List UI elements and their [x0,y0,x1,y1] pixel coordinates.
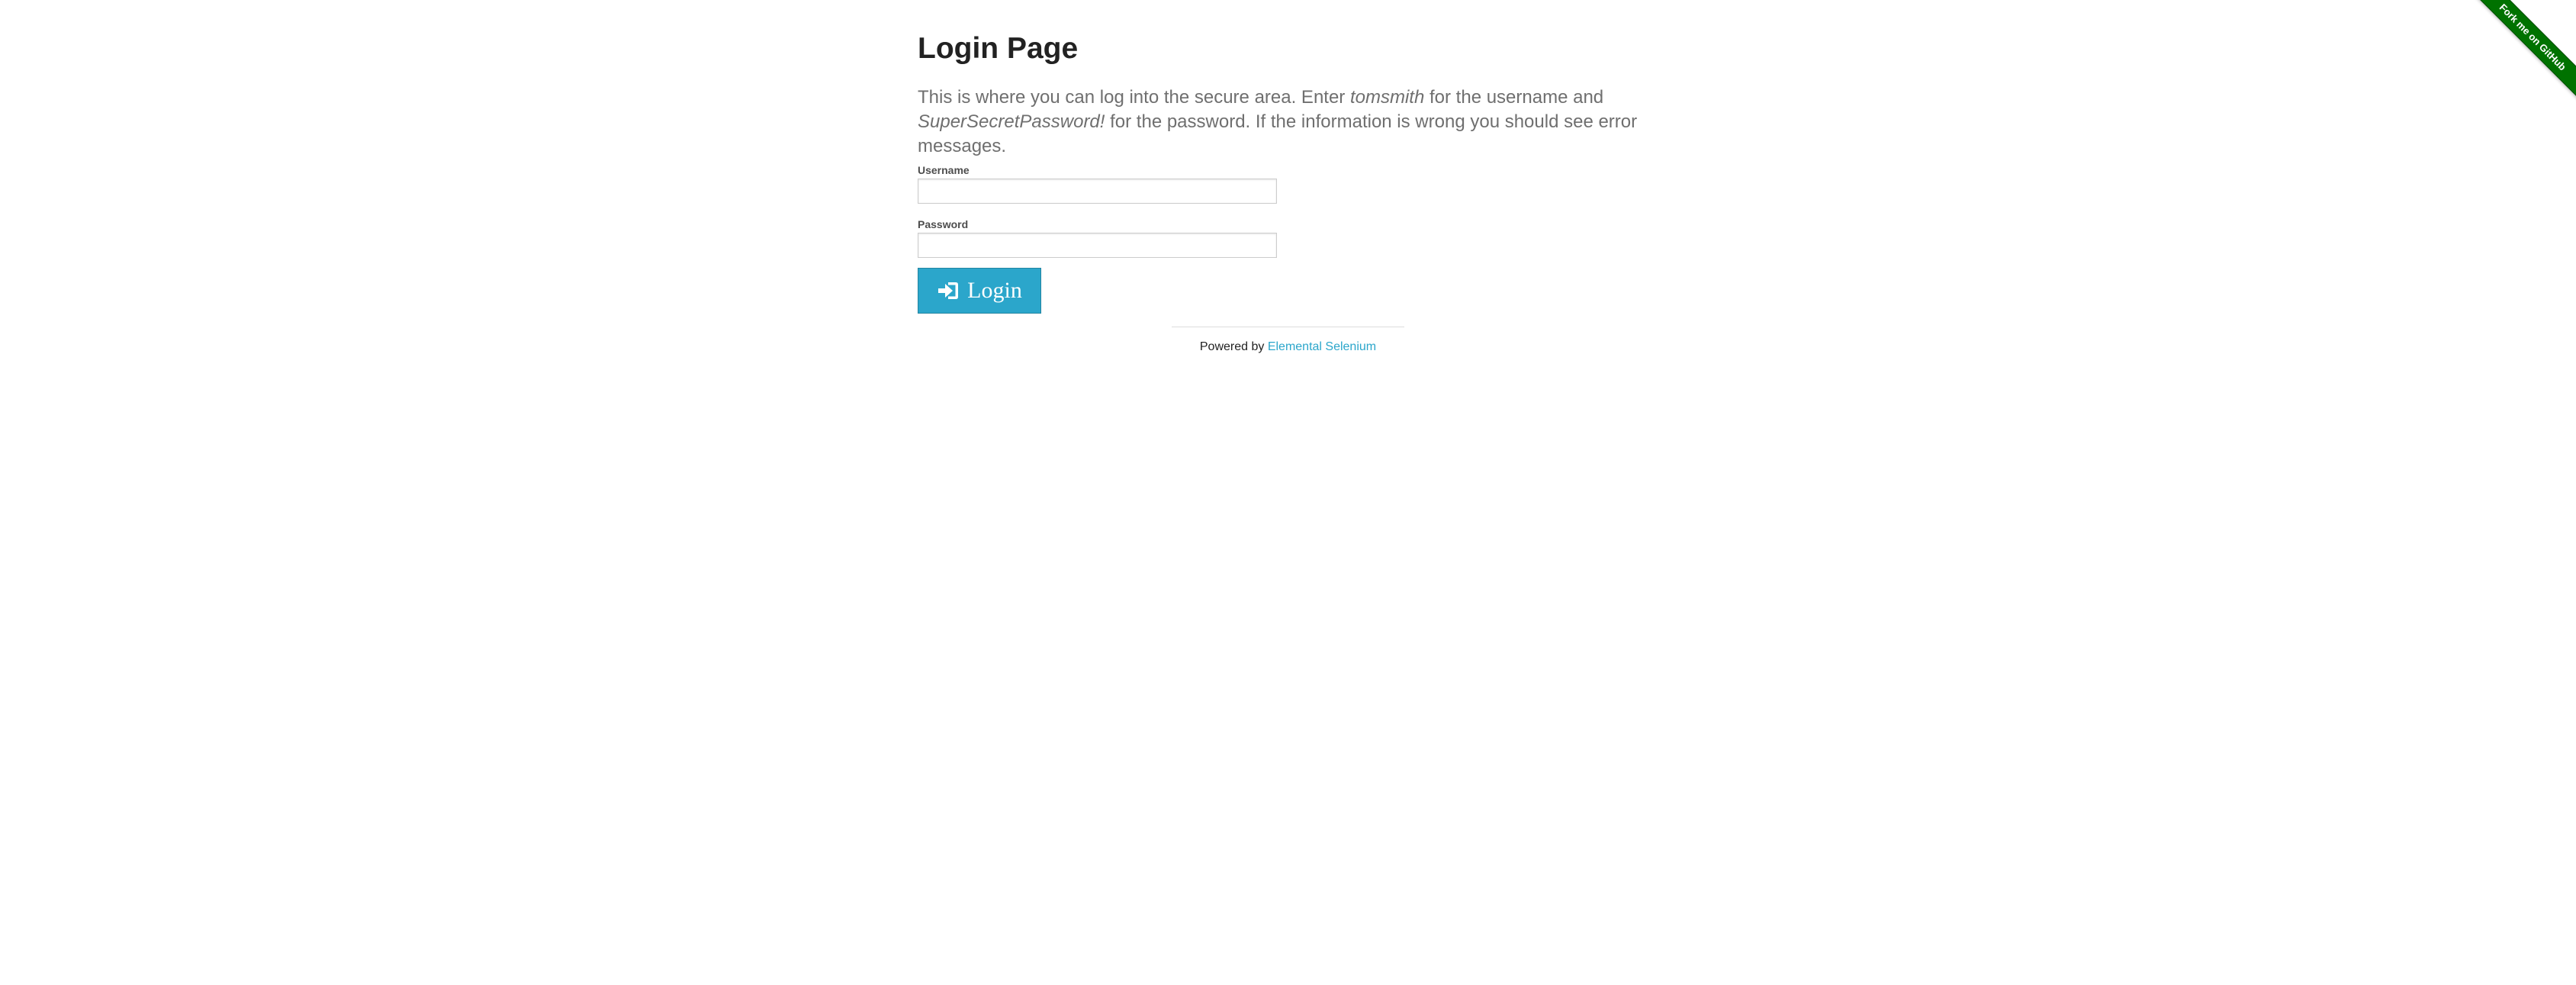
intro-text: This is where you can log into the secur… [918,85,1680,159]
login-form: Username Password Login [918,163,1680,314]
page: Login Page This is where you can log int… [0,0,2576,985]
footer-powered-by: Powered by [1199,340,1268,353]
password-hint: SuperSecretPassword! [918,111,1105,132]
username-input[interactable] [918,179,1277,204]
password-label: Password [918,218,969,230]
login-button[interactable]: Login [918,268,1041,314]
sign-in-icon [937,281,960,301]
fork-ribbon-container: Fork me on GitHub [2474,0,2576,102]
intro-text-part-2: for the username and [1424,87,1604,108]
username-label: Username [918,164,970,176]
footer: Powered by Elemental Selenium [1172,338,1404,356]
intro-text-part-1: This is where you can log into the secur… [918,87,1350,108]
username-hint: tomsmith [1349,87,1425,108]
page-title: Login Page [918,32,1079,65]
password-input[interactable] [918,233,1277,258]
login-content: Login Page This is where you can log int… [918,29,1680,314]
login-button-label: Login [967,278,1022,303]
fork-me-on-github-ribbon[interactable]: Fork me on GitHub [2474,0,2576,101]
elemental-selenium-link[interactable]: Elemental Selenium [1268,340,1376,353]
